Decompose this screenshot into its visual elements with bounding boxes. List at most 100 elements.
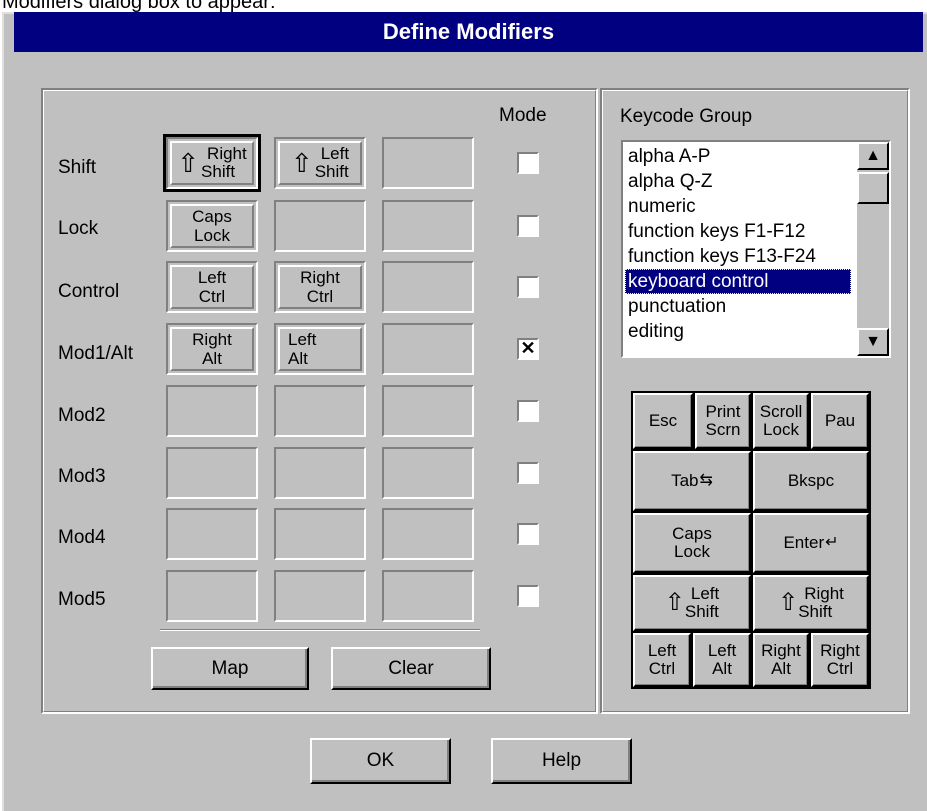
keycode-group-items: alpha A-P alpha Q-Z numeric function key… <box>625 144 851 344</box>
left-alt-key[interactable]: Left Alt <box>278 327 362 371</box>
left-ctrl-keypad-key[interactable]: Left Ctrl <box>633 633 691 687</box>
enter-key[interactable]: Enter ↵ <box>753 513 869 573</box>
control-slot-2[interactable]: Right Ctrl <box>274 261 366 313</box>
mod4-slot-1[interactable] <box>166 508 258 560</box>
list-item[interactable]: punctuation <box>625 294 851 319</box>
key-label-line1: Left <box>647 641 677 660</box>
key-label-line2: Lock <box>674 542 710 561</box>
ok-button[interactable]: OK <box>310 738 451 784</box>
key-label-line2: Lock <box>763 420 799 439</box>
mod5-slot-3[interactable] <box>382 570 474 622</box>
key-label-line1: Right <box>192 330 232 349</box>
row-label-shift: Shift <box>58 157 97 178</box>
mod1-slot-3[interactable] <box>382 323 474 375</box>
list-item[interactable]: function keys F1-F12 <box>625 219 851 244</box>
tab-key[interactable]: Tab ⇆ <box>633 451 751 511</box>
key-label: Tab <box>671 471 699 490</box>
shift-slot-3[interactable] <box>382 137 474 189</box>
lock-mode-checkbox[interactable] <box>517 215 539 237</box>
mod4-slot-2[interactable] <box>274 508 366 560</box>
right-shift-keypad-key[interactable]: ⇧ Right Shift <box>753 575 869 631</box>
key-label-line2: Alt <box>288 349 308 368</box>
left-ctrl-key[interactable]: Left Ctrl <box>170 265 254 309</box>
right-ctrl-key[interactable]: Right Ctrl <box>278 265 362 309</box>
mod4-mode-checkbox[interactable] <box>517 523 539 545</box>
print-screen-key[interactable]: Print Scrn <box>695 393 751 449</box>
key-label-line2: Shift <box>798 602 833 621</box>
mod5-slot-2[interactable] <box>274 570 366 622</box>
control-slot-1[interactable]: Left Ctrl <box>166 261 258 313</box>
list-item[interactable]: editing <box>625 319 851 344</box>
control-mode-checkbox[interactable] <box>517 276 539 298</box>
caps-lock-keypad-key[interactable]: Caps Lock <box>633 513 751 573</box>
pause-key[interactable]: Pau <box>811 393 869 449</box>
mod4-slot-3[interactable] <box>382 508 474 560</box>
mod2-mode-checkbox[interactable] <box>517 400 539 422</box>
list-item[interactable]: numeric <box>625 194 851 219</box>
clear-button[interactable]: Clear <box>331 647 491 690</box>
list-item[interactable]: alpha A-P <box>625 144 851 169</box>
help-button[interactable]: Help <box>491 738 632 784</box>
key-label: Bkspc <box>787 471 835 490</box>
scroll-down-arrow-icon[interactable]: ▼ <box>857 328 889 356</box>
right-shift-key[interactable]: ⇧ Right Shift <box>170 141 254 185</box>
key-label-line1: Left <box>197 268 227 287</box>
row-label-control: Control <box>58 281 120 302</box>
esc-key[interactable]: Esc <box>633 393 693 449</box>
list-item[interactable]: alpha Q-Z <box>625 169 851 194</box>
lock-slot-2[interactable] <box>274 200 366 252</box>
mod1-slot-1[interactable]: Right Alt <box>166 323 258 375</box>
key-label-line1: Right <box>804 584 844 603</box>
lock-slot-1[interactable]: Caps Lock <box>166 200 258 252</box>
key-label-line2: Ctrl <box>306 287 334 306</box>
listbox-scrollbar[interactable]: ▲ ▼ <box>857 142 889 356</box>
key-label-line1: Print <box>705 402 741 421</box>
left-shift-key[interactable]: ⇧ Left Shift <box>278 141 362 185</box>
right-ctrl-keypad-key[interactable]: Right Ctrl <box>811 633 869 687</box>
key-label-line1: Left <box>690 584 720 603</box>
map-button[interactable]: Map <box>151 647 309 690</box>
mod2-slot-3[interactable] <box>382 385 474 437</box>
row-label-mod5: Mod5 <box>58 589 106 610</box>
mod5-slot-1[interactable] <box>166 570 258 622</box>
right-alt-key[interactable]: Right Alt <box>170 327 254 371</box>
shift-slot-2[interactable]: ⇧ Left Shift <box>274 137 366 189</box>
scroll-lock-key[interactable]: Scroll Lock <box>753 393 809 449</box>
key-label-line2: Scrn <box>705 420 741 439</box>
right-alt-keypad-key[interactable]: Right Alt <box>753 633 809 687</box>
key-label-line1: Right <box>300 268 340 287</box>
key-label-line2: Ctrl <box>198 287 226 306</box>
mod3-slot-1[interactable] <box>166 447 258 499</box>
lock-slot-3[interactable] <box>382 200 474 252</box>
key-label-line2: Shift <box>684 602 719 621</box>
mod1-slot-2[interactable]: Left Alt <box>274 323 366 375</box>
left-alt-keypad-key[interactable]: Left Alt <box>693 633 751 687</box>
mod3-slot-2[interactable] <box>274 447 366 499</box>
keycode-group-listbox[interactable]: alpha A-P alpha Q-Z numeric function key… <box>621 140 891 358</box>
key-label-line2: Alt <box>712 659 732 678</box>
list-item-selected[interactable]: keyboard control <box>625 269 851 294</box>
backspace-key[interactable]: Bkspc <box>753 451 869 511</box>
mod2-slot-1[interactable] <box>166 385 258 437</box>
mod3-mode-checkbox[interactable] <box>517 462 539 484</box>
shift-arrow-icon: ⇧ <box>664 589 685 616</box>
left-shift-keypad-key[interactable]: ⇧ Left Shift <box>633 575 751 631</box>
caps-lock-key[interactable]: Caps Lock <box>170 204 254 248</box>
key-label-line1: Right <box>820 641 860 660</box>
row-label-mod2: Mod2 <box>58 405 106 426</box>
shift-slot-1[interactable]: ⇧ Right Shift <box>163 134 261 192</box>
scroll-thumb[interactable] <box>857 172 889 204</box>
scroll-up-arrow-icon[interactable]: ▲ <box>857 142 889 170</box>
key-label-line1: Left <box>320 144 350 163</box>
shift-mode-checkbox[interactable] <box>517 152 539 174</box>
mod2-slot-2[interactable] <box>274 385 366 437</box>
dialog-title-bar: Define Modifiers <box>14 12 923 52</box>
mod3-slot-3[interactable] <box>382 447 474 499</box>
mod5-mode-checkbox[interactable] <box>517 585 539 607</box>
list-item[interactable]: function keys F13-F24 <box>625 244 851 269</box>
control-slot-3[interactable] <box>382 261 474 313</box>
mod1-mode-checkbox[interactable]: ✕ <box>517 338 539 360</box>
key-label-line1: Scroll <box>759 402 803 421</box>
slots-divider <box>160 629 480 631</box>
key-label-line1: Right <box>761 641 801 660</box>
